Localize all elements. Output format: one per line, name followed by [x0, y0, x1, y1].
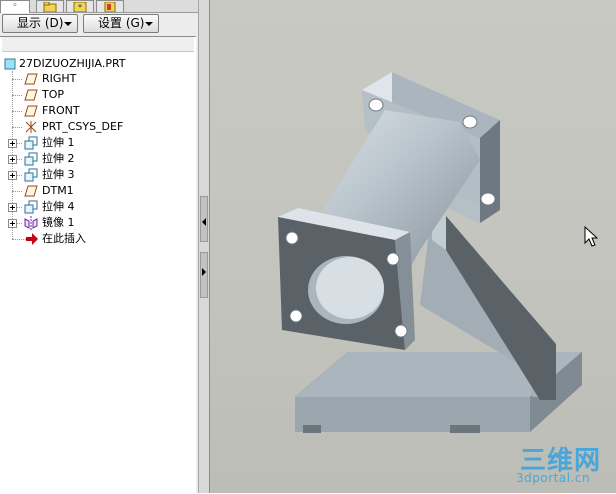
expand-right-arrow-icon[interactable] — [202, 268, 206, 276]
coordinate-system-icon — [25, 121, 37, 133]
extrude-icon — [24, 152, 38, 166]
collapse-left-arrow-icon[interactable] — [202, 218, 206, 226]
model-tree-tab-icon: ◦ — [12, 1, 18, 11]
graphics-viewport[interactable] — [210, 0, 616, 493]
expand-icon[interactable] — [8, 219, 17, 228]
display-menu-button[interactable]: 显示 (D) — [2, 14, 78, 33]
tree-item-label: 在此插入 — [42, 232, 86, 245]
tree-item-label: FRONT — [42, 104, 80, 117]
mirror-icon — [24, 216, 38, 230]
connections-icon — [104, 2, 116, 12]
mouse-cursor-icon — [584, 226, 598, 247]
datum-plane-icon — [24, 73, 38, 85]
datum-plane-icon — [24, 89, 38, 101]
expand-icon[interactable] — [8, 155, 17, 164]
settings-menu-label: 设置 (G) — [98, 16, 145, 30]
tree-root-label: 27DIZUOZHIJIA.PRT — [19, 57, 126, 70]
tree-item-label: PRT_CSYS_DEF — [42, 120, 124, 133]
tab-favorites[interactable]: * — [66, 0, 94, 12]
tree-item-dtm1[interactable]: DTM1 — [4, 183, 194, 199]
tree-item-prt-csys-def[interactable]: PRT_CSYS_DEF — [4, 119, 194, 135]
tree-item-label: 拉伸 1 — [42, 136, 75, 149]
tree-item-label: RIGHT — [42, 72, 77, 85]
folder-icon — [43, 2, 57, 12]
tree-column-header — [2, 37, 194, 52]
extrude-icon — [24, 168, 38, 182]
favorites-icon: * — [73, 2, 87, 12]
datum-plane-icon — [24, 185, 38, 197]
tree-item-right[interactable]: RIGHT — [4, 71, 194, 87]
tree-root[interactable]: 27DIZUOZHIJIA.PRT — [4, 56, 194, 72]
watermark-logo: 三维网 3dportal.cn — [514, 440, 614, 490]
expand-icon[interactable] — [8, 139, 17, 148]
chevron-down-icon — [145, 22, 153, 26]
part-model — [278, 72, 582, 433]
model-tree[interactable]: 27DIZUOZHIJIA.PRT RIGHT TOP FRONT PRT_CS… — [0, 36, 196, 494]
display-menu-label: 显示 (D) — [17, 16, 64, 30]
tree-item-label: 拉伸 3 — [42, 168, 75, 181]
tree-item-label: 拉伸 2 — [42, 152, 75, 165]
tab-folder-browser[interactable] — [36, 0, 64, 12]
navigator-tab-strip: ◦ * — [0, 0, 198, 13]
extrude-icon — [24, 136, 38, 150]
expand-icon[interactable] — [8, 171, 17, 180]
tree-item-top[interactable]: TOP — [4, 87, 194, 103]
insert-here-arrow-icon — [26, 233, 38, 245]
front-flange — [278, 208, 415, 350]
tree-item-label: TOP — [42, 88, 65, 101]
tree-item-label: DTM1 — [42, 184, 74, 197]
panel-splitter[interactable] — [198, 0, 210, 493]
tree-item-extrude-4[interactable]: 拉伸 4 — [4, 199, 194, 215]
svg-text:*: * — [78, 3, 82, 12]
part-icon — [4, 58, 16, 70]
tree-item-label: 镜像 1 — [42, 216, 75, 229]
model-tree-panel: ◦ * 显示 (D) 设置 (G) 27DIZUOZHIJIA.PRT RIGH… — [0, 0, 198, 494]
tree-item-extrude-3[interactable]: 拉伸 3 — [4, 167, 194, 183]
tree-menu-bar: 显示 (D) 设置 (G) — [0, 13, 198, 35]
watermark-url: 3dportal.cn — [516, 471, 591, 485]
tree-item-label: 拉伸 4 — [42, 200, 75, 213]
settings-menu-button[interactable]: 设置 (G) — [83, 14, 159, 33]
chevron-down-icon — [64, 22, 72, 26]
tree-item-insert-here[interactable]: 在此插入 — [4, 231, 194, 247]
tree-item-extrude-2[interactable]: 拉伸 2 — [4, 151, 194, 167]
tree-item-mirror-1[interactable]: 镜像 1 — [4, 215, 194, 231]
datum-plane-icon — [24, 105, 38, 117]
extrude-icon — [24, 200, 38, 214]
expand-icon[interactable] — [8, 203, 17, 212]
tree-item-front[interactable]: FRONT — [4, 103, 194, 119]
tab-model-tree[interactable]: ◦ — [0, 0, 30, 13]
tree-item-extrude-1[interactable]: 拉伸 1 — [4, 135, 194, 151]
tab-connections[interactable] — [96, 0, 124, 12]
